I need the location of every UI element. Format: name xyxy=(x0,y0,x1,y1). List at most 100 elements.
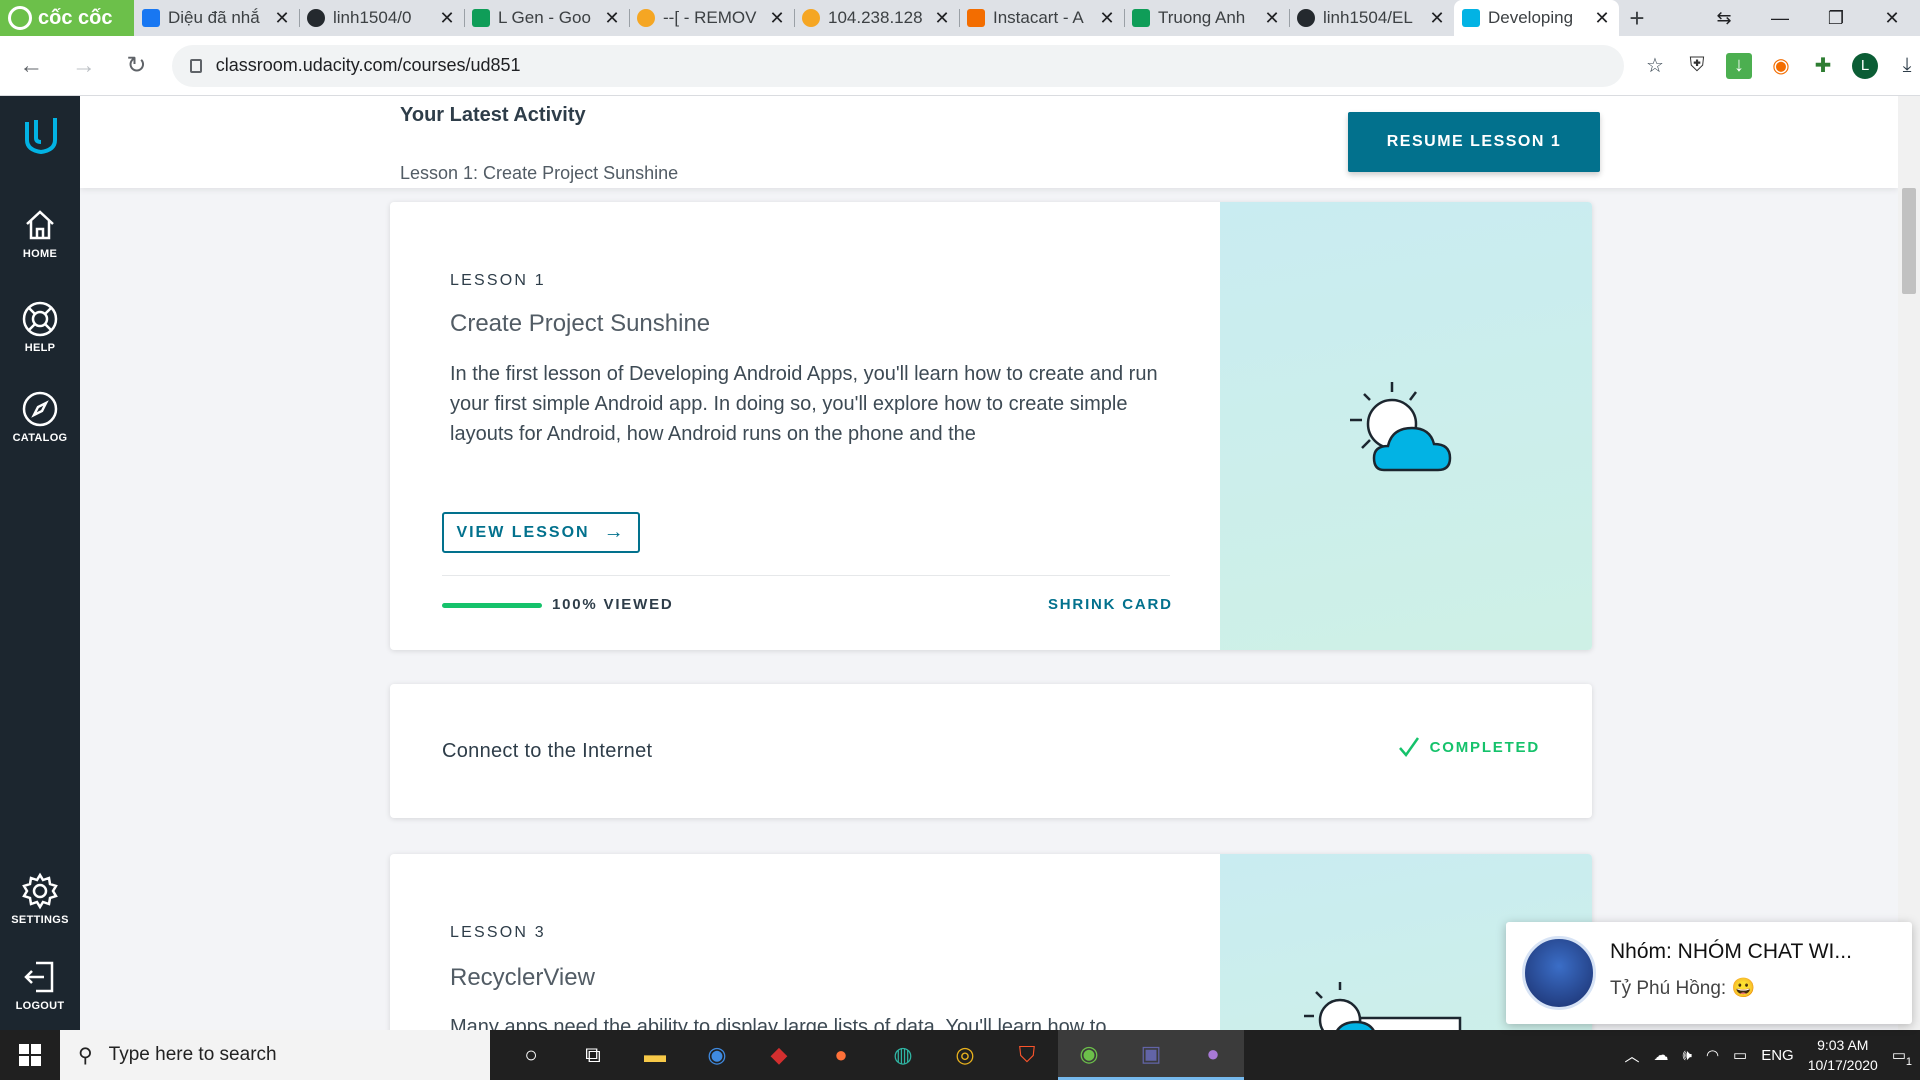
action-center-icon[interactable]: ▭ 1 xyxy=(1892,1046,1912,1068)
wifi-icon[interactable]: ◠ xyxy=(1706,1046,1719,1064)
sidebar-item-help[interactable]: HELP xyxy=(0,300,80,354)
latest-activity-lesson: Lesson 1: Create Project Sunshine xyxy=(400,163,679,183)
taskbar-search-input[interactable]: ⚲ Type here to search xyxy=(60,1030,490,1080)
lesson-kicker: LESSON 1 xyxy=(450,272,546,289)
shrink-card-link[interactable]: SHRINK CARD xyxy=(1048,596,1173,613)
coccoc-logo-icon xyxy=(8,6,32,30)
lesson-title: RecyclerView xyxy=(450,964,595,991)
profile-avatar[interactable]: L xyxy=(1851,52,1878,79)
app-red-icon[interactable]: ◆ xyxy=(748,1030,810,1080)
notification-title: Nhóm: NHÓM CHAT WI... xyxy=(1610,940,1852,963)
file-explorer-icon[interactable]: ▬ xyxy=(624,1030,686,1080)
lesson-kicker: LESSON 3 xyxy=(450,924,546,941)
tab-title: linh1504/EL xyxy=(1323,8,1413,27)
sidebar-item-logout[interactable]: LOGOUT xyxy=(0,958,80,1012)
browser-tab[interactable]: L Gen - Goo ✕ xyxy=(464,0,629,36)
coccoc-taskbar-icon[interactable]: ◉ xyxy=(1058,1030,1120,1080)
lesson-card-collapsed[interactable]: Connect to the Internet COMPLETED xyxy=(390,684,1592,818)
brave-icon[interactable]: ⛉ xyxy=(996,1030,1058,1080)
window-close-icon[interactable]: ✕ xyxy=(1864,0,1920,36)
close-icon[interactable]: ✕ xyxy=(1098,8,1116,29)
new-tab-button[interactable]: + xyxy=(1619,3,1655,34)
cloud-icon[interactable]: ☁ xyxy=(1653,1046,1668,1064)
system-tray: ︿ ☁ 🕪 ◠ ▭ ENG 9:03 AM 10/17/2020 ▭ 1 xyxy=(1624,1035,1920,1075)
coccoc-extension-icon[interactable]: ◉ xyxy=(1768,53,1794,79)
notification-message: Tỷ Phú Hồng: 😀 xyxy=(1610,978,1756,999)
close-icon[interactable]: ✕ xyxy=(438,8,456,29)
browser-tab[interactable]: --[ - REMOV ✕ xyxy=(629,0,794,36)
group-avatar xyxy=(1522,936,1596,1010)
browser-tab-active[interactable]: Developing ✕ xyxy=(1454,0,1619,36)
back-icon[interactable]: ← xyxy=(10,44,53,88)
udacity-logo-icon[interactable] xyxy=(22,114,60,156)
chevron-up-icon[interactable]: ︿ xyxy=(1624,1045,1639,1066)
github-desktop-icon[interactable]: ● xyxy=(1182,1030,1244,1080)
volume-icon[interactable]: 🕪 xyxy=(1682,1047,1691,1064)
language-indicator[interactable]: ENG xyxy=(1761,1047,1794,1064)
view-lesson-button[interactable]: VIEW LESSON → xyxy=(442,512,640,553)
scrollbar-thumb[interactable] xyxy=(1902,188,1916,294)
puzzle-extension-icon[interactable]: ✚ xyxy=(1810,53,1836,79)
browser-tab[interactable]: Truong Anh ✕ xyxy=(1124,0,1289,36)
tab-title: --[ - REMOV xyxy=(663,8,757,27)
latest-activity-heading: Your Latest Activity xyxy=(400,104,586,126)
compass-icon xyxy=(21,390,59,428)
browser-tab[interactable]: Diệu đã nhắ ✕ xyxy=(134,0,299,36)
close-icon[interactable]: ✕ xyxy=(1428,8,1446,29)
minimize-icon[interactable]: — xyxy=(1752,0,1808,36)
clock[interactable]: 9:03 AM 10/17/2020 xyxy=(1808,1035,1878,1075)
browser-tab[interactable]: linh1504/0 ✕ xyxy=(299,0,464,36)
shield-extension-icon[interactable]: ⛨ xyxy=(1684,53,1710,79)
close-icon[interactable]: ✕ xyxy=(273,8,291,29)
browser-brand[interactable]: cốc cốc xyxy=(0,0,134,36)
browser-toolbar: ← → ↻ classroom.udacity.com/courses/ud85… xyxy=(0,36,1920,96)
app-blue-icon[interactable]: ◉ xyxy=(686,1030,748,1080)
close-icon[interactable]: ✕ xyxy=(933,8,951,29)
arrow-right-icon: → xyxy=(603,521,626,543)
chat-notification[interactable]: Nhóm: NHÓM CHAT WI... Tỷ Phú Hồng: 😀 xyxy=(1506,922,1912,1024)
browser-tab[interactable]: 104.238.128 ✕ xyxy=(794,0,959,36)
sidebar-item-home[interactable]: HOME xyxy=(0,206,80,260)
teams-icon[interactable]: ▣ xyxy=(1120,1030,1182,1080)
maximize-icon[interactable]: ❐ xyxy=(1808,0,1864,36)
tab-search-icon[interactable]: ⇆ xyxy=(1696,0,1752,36)
bookmark-star-icon[interactable]: ☆ xyxy=(1642,53,1668,79)
firefox-icon[interactable]: ● xyxy=(810,1030,872,1080)
lock-icon xyxy=(189,58,202,73)
facebook-icon xyxy=(142,9,160,27)
chrome-icon[interactable]: ◎ xyxy=(934,1030,996,1080)
view-lesson-label: VIEW LESSON xyxy=(456,523,590,541)
downloads-icon[interactable]: ⤓ xyxy=(1894,53,1920,79)
tab-title: Truong Anh xyxy=(1158,8,1246,27)
close-icon[interactable]: ✕ xyxy=(768,8,786,29)
sidebar-item-catalog[interactable]: CATALOG xyxy=(0,390,80,444)
windows-start-icon[interactable] xyxy=(0,1030,60,1080)
reload-icon[interactable]: ↻ xyxy=(115,44,158,88)
close-icon[interactable]: ✕ xyxy=(1593,8,1611,29)
url-text: classroom.udacity.com/courses/ud851 xyxy=(215,55,521,75)
page-scrollbar[interactable] xyxy=(1898,96,1920,1030)
address-bar[interactable]: classroom.udacity.com/courses/ud851 xyxy=(171,44,1624,87)
cortana-icon[interactable]: ○ xyxy=(500,1030,562,1080)
gear-icon xyxy=(21,872,59,910)
task-view-icon[interactable]: ⧉ xyxy=(562,1030,624,1080)
tab-title: linh1504/0 xyxy=(333,8,412,27)
download-extension-icon[interactable]: ↓ xyxy=(1725,52,1752,79)
browser-tab[interactable]: Instacart - A ✕ xyxy=(959,0,1124,36)
taskbar: ⚲ Type here to search ○ ⧉ ▬ ◉ ◆ ● ◍ ◎ ⛉ … xyxy=(0,1030,1920,1080)
close-icon[interactable]: ✕ xyxy=(1263,8,1281,29)
card-divider xyxy=(442,575,1170,576)
browser-tab[interactable]: linh1504/EL ✕ xyxy=(1289,0,1454,36)
progress-bar xyxy=(442,603,542,608)
battery-icon[interactable]: ▭ xyxy=(1733,1046,1747,1064)
sidebar-item-settings[interactable]: SETTINGS xyxy=(0,872,80,926)
star-icon xyxy=(637,9,655,27)
sidebar-item-label: SETTINGS xyxy=(11,914,69,926)
close-icon[interactable]: ✕ xyxy=(603,8,621,29)
home-icon xyxy=(21,206,59,244)
progress-label: 100% VIEWED xyxy=(552,596,674,613)
forward-icon[interactable]: → xyxy=(63,44,106,88)
lesson-description: In the first lesson of Developing Androi… xyxy=(450,363,1158,445)
resume-lesson-button[interactable]: RESUME LESSON 1 xyxy=(1348,112,1600,172)
edge-icon[interactable]: ◍ xyxy=(872,1030,934,1080)
